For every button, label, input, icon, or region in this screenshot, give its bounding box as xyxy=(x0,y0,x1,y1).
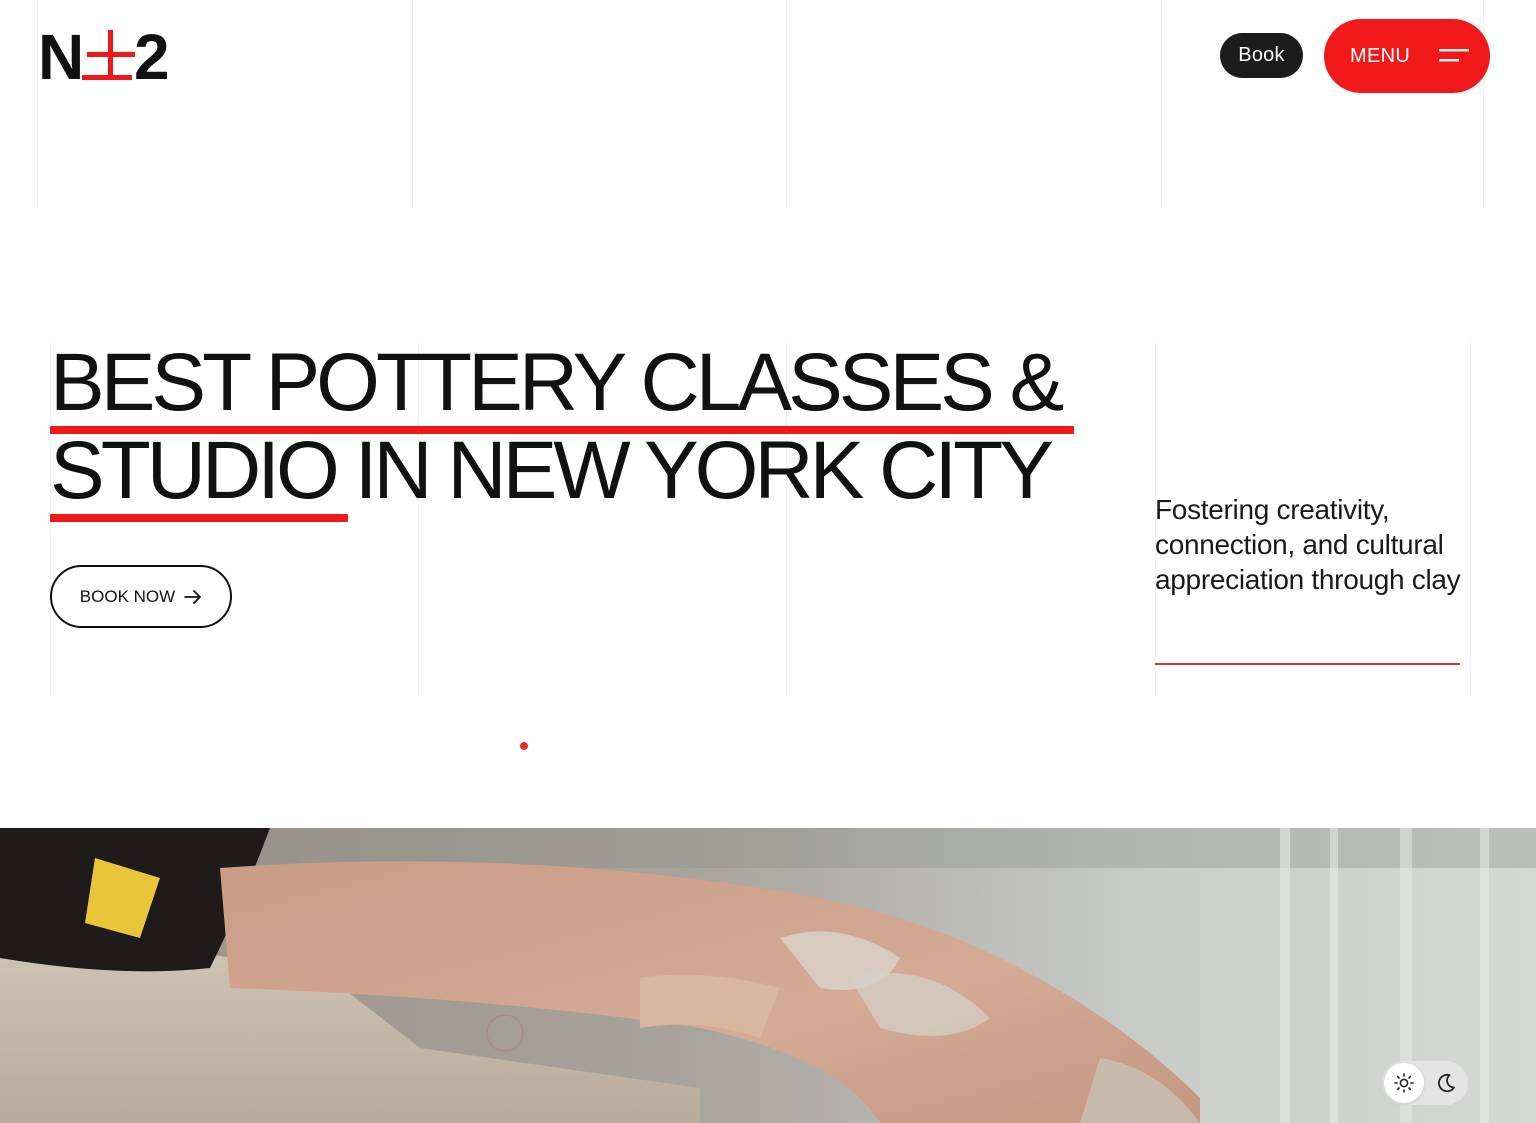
grid-line xyxy=(1161,0,1162,208)
grid-line xyxy=(786,0,787,208)
page: N 2 Book MENU BEST POTTERY CLASSES & STU… xyxy=(0,0,1536,1123)
svg-text:N: N xyxy=(38,24,81,84)
arrow-right-icon xyxy=(184,589,202,604)
tagline-rule xyxy=(1155,663,1460,665)
book-now-label: BOOK NOW xyxy=(79,586,176,606)
dark-mode-button[interactable] xyxy=(1426,1063,1466,1103)
book-button[interactable]: Book xyxy=(1220,33,1303,78)
hero-photo xyxy=(0,828,1536,1123)
light-mode-button[interactable] xyxy=(1384,1063,1424,1103)
grid-line xyxy=(1483,0,1484,208)
sun-icon xyxy=(1394,1073,1414,1093)
hero-heading-line-2: STUDIO IN NEW YORK CITY xyxy=(50,425,1054,516)
slide-indicator-dot[interactable] xyxy=(520,742,528,750)
grid-line xyxy=(412,0,413,208)
menu-label: MENU xyxy=(1350,44,1411,67)
menu-button[interactable]: MENU xyxy=(1324,19,1490,93)
theme-toggle[interactable] xyxy=(1382,1061,1468,1105)
grid-line xyxy=(1470,340,1471,696)
svg-text:2: 2 xyxy=(134,24,170,84)
moon-icon xyxy=(1438,1073,1455,1093)
heading-underline xyxy=(50,514,348,522)
hero-heading-line-1: BEST POTTERY CLASSES & xyxy=(50,337,1064,428)
hero-tagline: Fostering creativity, connection, and cu… xyxy=(1155,494,1461,595)
logo[interactable]: N 2 xyxy=(38,24,178,84)
hamburger-icon xyxy=(1439,49,1469,62)
book-now-button[interactable]: BOOK NOW xyxy=(50,565,232,628)
